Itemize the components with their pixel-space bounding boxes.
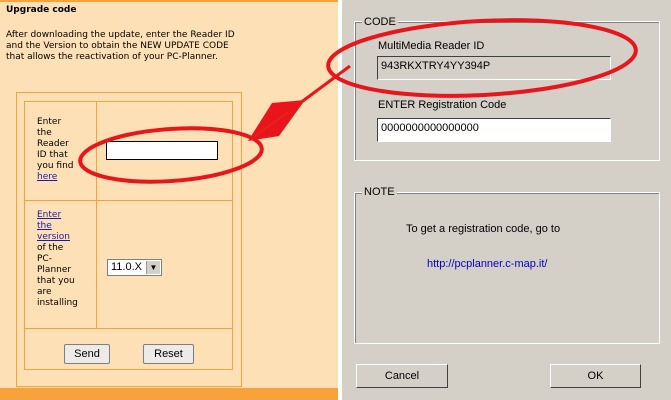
upgrade-code-title: Upgrade code: [6, 5, 77, 15]
dialog-edge: [340, 0, 342, 400]
reader-id-label: Enter the Reader ID that you find here: [37, 117, 93, 183]
code-group-title: CODE: [362, 16, 398, 28]
label-line: the: [37, 128, 52, 138]
reset-button[interactable]: Reset: [143, 344, 194, 364]
link-line[interactable]: the: [37, 221, 52, 231]
version-select[interactable]: 11.0.X ▼: [107, 259, 162, 276]
upgrade-description: After downloading the update, enter the …: [6, 30, 235, 62]
row-divider: [24, 200, 233, 201]
footer-bar: [0, 388, 338, 400]
top-border: [0, 0, 338, 2]
ok-button[interactable]: OK: [550, 364, 641, 388]
note-group-title: NOTE: [362, 186, 397, 198]
label-line: Planner: [37, 265, 72, 275]
label-line: installing: [37, 298, 78, 308]
link-line[interactable]: version: [37, 232, 70, 242]
version-label: Enter the version of the PC- Planner tha…: [37, 210, 93, 309]
row-divider: [24, 328, 233, 329]
link-line[interactable]: Enter: [37, 210, 61, 220]
reader-id-field: 943RKXTRY4YY394P: [377, 56, 611, 80]
label-line: that you: [37, 276, 75, 286]
note-text: To get a registration code, go to: [406, 223, 561, 235]
reader-id-label: MultiMedia Reader ID: [378, 40, 485, 52]
label-line: Enter: [37, 117, 62, 127]
label-line: Reader: [37, 139, 69, 149]
chevron-down-icon[interactable]: ▼: [146, 261, 160, 274]
here-link[interactable]: here: [37, 172, 57, 182]
reader-id-input[interactable]: [106, 141, 218, 160]
enter-version-link[interactable]: Enter the version: [37, 210, 70, 242]
registration-dialog: CODE MultiMedia Reader ID 943RKXTRY4YY39…: [340, 0, 671, 400]
registration-url-link[interactable]: http://pcplanner.c-map.it/: [427, 258, 547, 270]
label-line: ID that: [37, 150, 68, 160]
registration-code-field[interactable]: 0000000000000000: [377, 118, 611, 142]
label-line: you find: [37, 161, 74, 171]
send-button[interactable]: Send: [64, 344, 110, 364]
column-divider: [96, 101, 97, 328]
label-line: PC-: [37, 254, 52, 264]
version-select-value: 11.0.X: [111, 261, 142, 273]
label-line: of the: [37, 243, 64, 253]
upgrade-code-web-panel: Upgrade code After downloading the updat…: [0, 0, 338, 400]
registration-code-label: ENTER Registration Code: [378, 99, 507, 111]
cancel-button[interactable]: Cancel: [356, 364, 448, 388]
label-line: are: [37, 287, 52, 297]
